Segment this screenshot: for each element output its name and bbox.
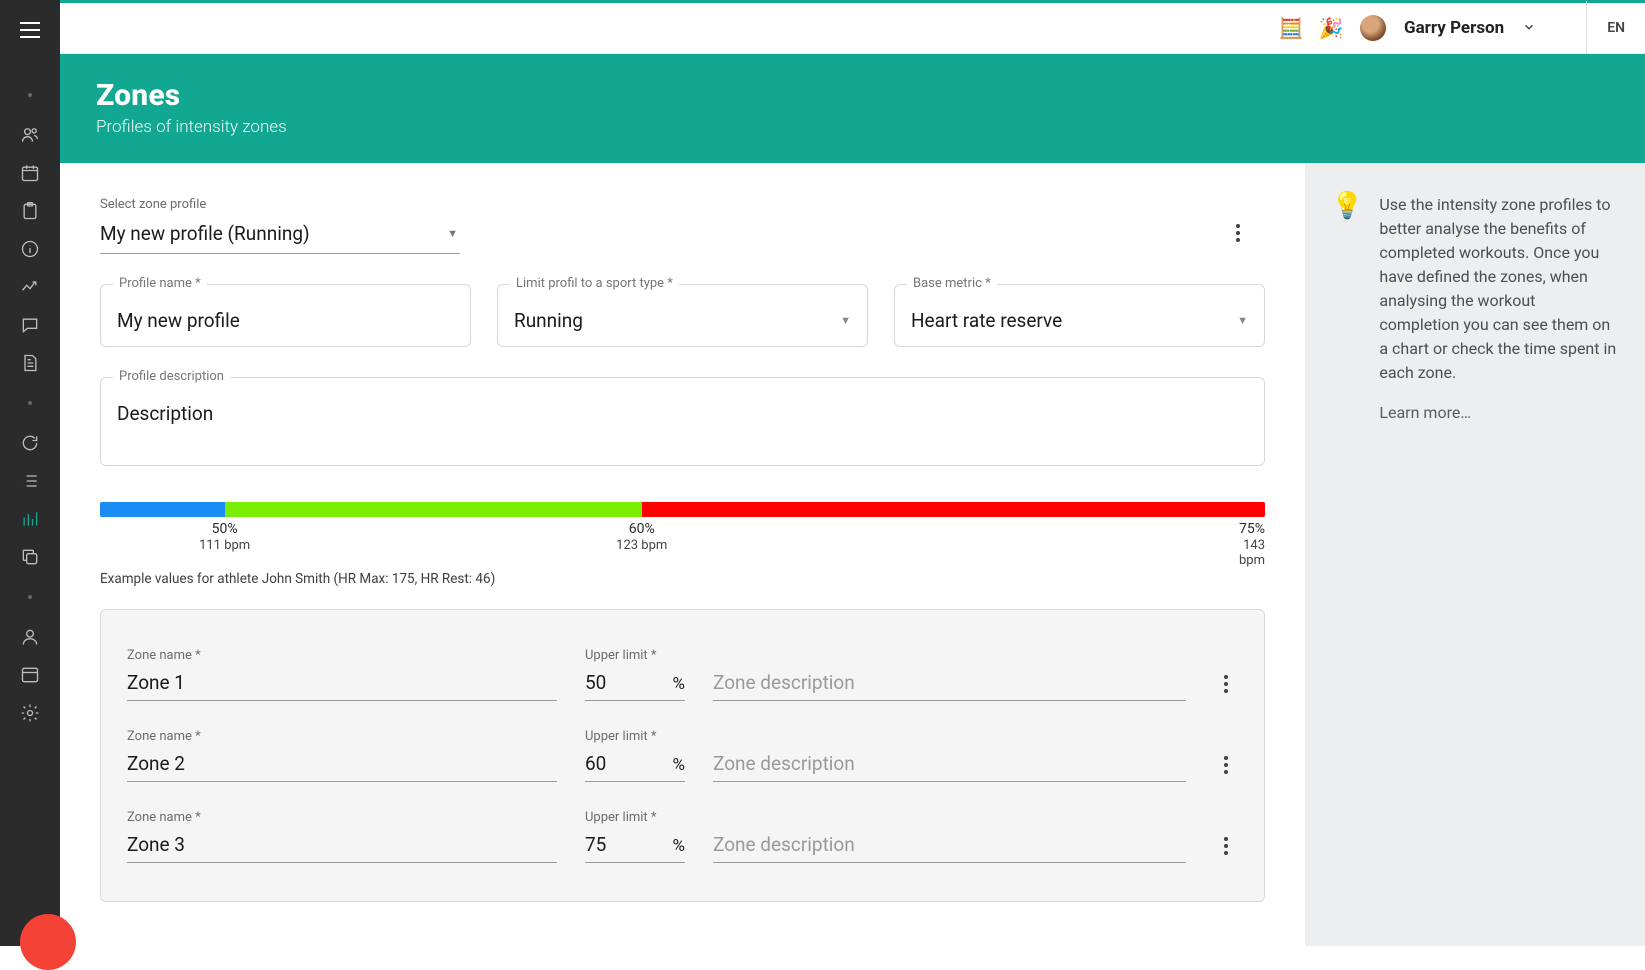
nav-separator xyxy=(28,595,32,599)
sport-type-value: Running xyxy=(514,309,583,332)
zone-upper-input[interactable] xyxy=(585,833,635,856)
zone-upper-input[interactable] xyxy=(585,671,635,694)
dropdown-icon: ▼ xyxy=(840,314,851,327)
zone-name-input[interactable] xyxy=(127,671,557,694)
zone-row-menu[interactable] xyxy=(1214,675,1238,693)
zone-upper-unit: % xyxy=(673,674,685,694)
base-metric-value: Heart rate reserve xyxy=(911,309,1062,332)
zone-upper-unit: % xyxy=(673,755,685,775)
profile-description-input[interactable] xyxy=(117,402,1248,425)
menu-icon[interactable] xyxy=(11,12,49,53)
zone-row-menu[interactable] xyxy=(1214,837,1238,855)
zone-bar-ticks: 50%111 bpm60%123 bpm75%143 bpm xyxy=(100,521,1265,561)
zone-row: Zone name * Upper limit *% xyxy=(127,790,1238,871)
zones-card: Zone name * Upper limit *% Zone name * Upp… xyxy=(100,609,1265,902)
zone-desc-input[interactable] xyxy=(713,671,1186,694)
user-icon[interactable] xyxy=(20,627,40,647)
zone-name-label: Zone name * xyxy=(127,810,557,825)
sport-type-field[interactable]: Limit profil to a sport type * Running ▼ xyxy=(497,284,868,347)
dropdown-icon: ▼ xyxy=(447,227,458,240)
list-icon[interactable] xyxy=(20,471,40,491)
page-banner: Zones Profiles of intensity zones xyxy=(60,54,1645,163)
base-metric-field[interactable]: Base metric * Heart rate reserve ▼ xyxy=(894,284,1265,347)
learn-more-link[interactable]: Learn more… xyxy=(1379,403,1619,422)
zone-bar-tick: 75%143 bpm xyxy=(1239,521,1265,568)
zone-desc-label xyxy=(713,729,1186,744)
trend-icon[interactable] xyxy=(20,277,40,297)
main: 🧮 🎉 Garry Person EN Zones Profiles of in… xyxy=(60,0,1645,946)
athletes-icon[interactable] xyxy=(20,125,40,145)
zone-desc-label xyxy=(713,648,1186,663)
zone-desc-label xyxy=(713,810,1186,825)
profile-name-input[interactable] xyxy=(117,309,454,332)
zone-name-label: Zone name * xyxy=(127,648,557,663)
refresh-icon[interactable] xyxy=(20,433,40,453)
lightbulb-icon: 💡 xyxy=(1331,193,1363,422)
topbar: 🧮 🎉 Garry Person EN xyxy=(60,0,1645,54)
zone-upper-unit: % xyxy=(673,836,685,856)
document-icon[interactable] xyxy=(20,353,40,373)
zone-desc-input[interactable] xyxy=(713,752,1186,775)
celebrate-icon[interactable]: 🎉 xyxy=(1320,17,1342,39)
field-label: Profile description xyxy=(113,369,230,384)
copy-icon[interactable] xyxy=(20,547,40,567)
zone-upper-input[interactable] xyxy=(585,752,635,775)
zone-name-label: Zone name * xyxy=(127,729,557,744)
chevron-down-icon[interactable] xyxy=(1522,19,1536,38)
fab-add[interactable] xyxy=(20,914,76,970)
select-profile-label: Select zone profile xyxy=(100,197,460,212)
help-aside: 💡 Use the intensity zone profiles to bet… xyxy=(1305,163,1645,946)
zone-row: Zone name * Upper limit *% xyxy=(127,709,1238,790)
zone-bar-tick: 60%123 bpm xyxy=(616,521,667,553)
zones-icon[interactable] xyxy=(20,509,40,529)
profile-actions-menu[interactable] xyxy=(1223,218,1253,248)
zone-upper-label: Upper limit * xyxy=(585,729,685,744)
field-label: Profile name * xyxy=(113,276,207,291)
sidebar xyxy=(0,0,60,946)
language-switcher[interactable]: EN xyxy=(1586,1,1645,55)
select-profile-value: My new profile (Running) xyxy=(100,222,310,245)
help-tip-text: Use the intensity zone profiles to bette… xyxy=(1379,193,1619,385)
chat-icon[interactable] xyxy=(20,315,40,335)
example-values-text: Example values for athlete John Smith (H… xyxy=(100,571,1265,587)
zone-bar-tick: 50%111 bpm xyxy=(199,521,250,553)
gear-icon[interactable] xyxy=(20,703,40,723)
profile-name-field[interactable]: Profile name * xyxy=(100,284,471,347)
zone-bar-segment xyxy=(100,502,225,517)
page-subtitle: Profiles of intensity zones xyxy=(96,117,1609,137)
nav-separator xyxy=(28,401,32,405)
zone-upper-label: Upper limit * xyxy=(585,810,685,825)
profile-description-field[interactable]: Profile description xyxy=(100,377,1265,466)
info-icon[interactable] xyxy=(20,239,40,259)
zone-upper-label: Upper limit * xyxy=(585,648,685,663)
nav-separator xyxy=(28,93,32,97)
zone-row-menu[interactable] xyxy=(1214,756,1238,774)
field-label: Limit profil to a sport type * xyxy=(510,276,679,291)
calendar-icon[interactable] xyxy=(20,163,40,183)
select-profile-dropdown[interactable]: My new profile (Running) ▼ xyxy=(100,218,460,254)
calculator-icon[interactable]: 🧮 xyxy=(1280,17,1302,39)
zone-name-input[interactable] xyxy=(127,752,557,775)
avatar[interactable] xyxy=(1360,15,1386,41)
zone-bar-segment xyxy=(225,502,642,517)
zone-bar xyxy=(100,502,1265,517)
dropdown-icon: ▼ xyxy=(1237,314,1248,327)
field-label: Base metric * xyxy=(907,276,997,291)
zone-desc-input[interactable] xyxy=(713,833,1186,856)
page-title: Zones xyxy=(96,78,1609,113)
zone-name-input[interactable] xyxy=(127,833,557,856)
user-menu[interactable]: Garry Person xyxy=(1404,18,1504,38)
layout-icon[interactable] xyxy=(20,665,40,685)
clipboard-icon[interactable] xyxy=(20,201,40,221)
content: Select zone profile My new profile (Runn… xyxy=(60,163,1305,946)
zone-bar-segment xyxy=(642,502,1265,517)
zone-row: Zone name * Upper limit *% xyxy=(127,628,1238,709)
